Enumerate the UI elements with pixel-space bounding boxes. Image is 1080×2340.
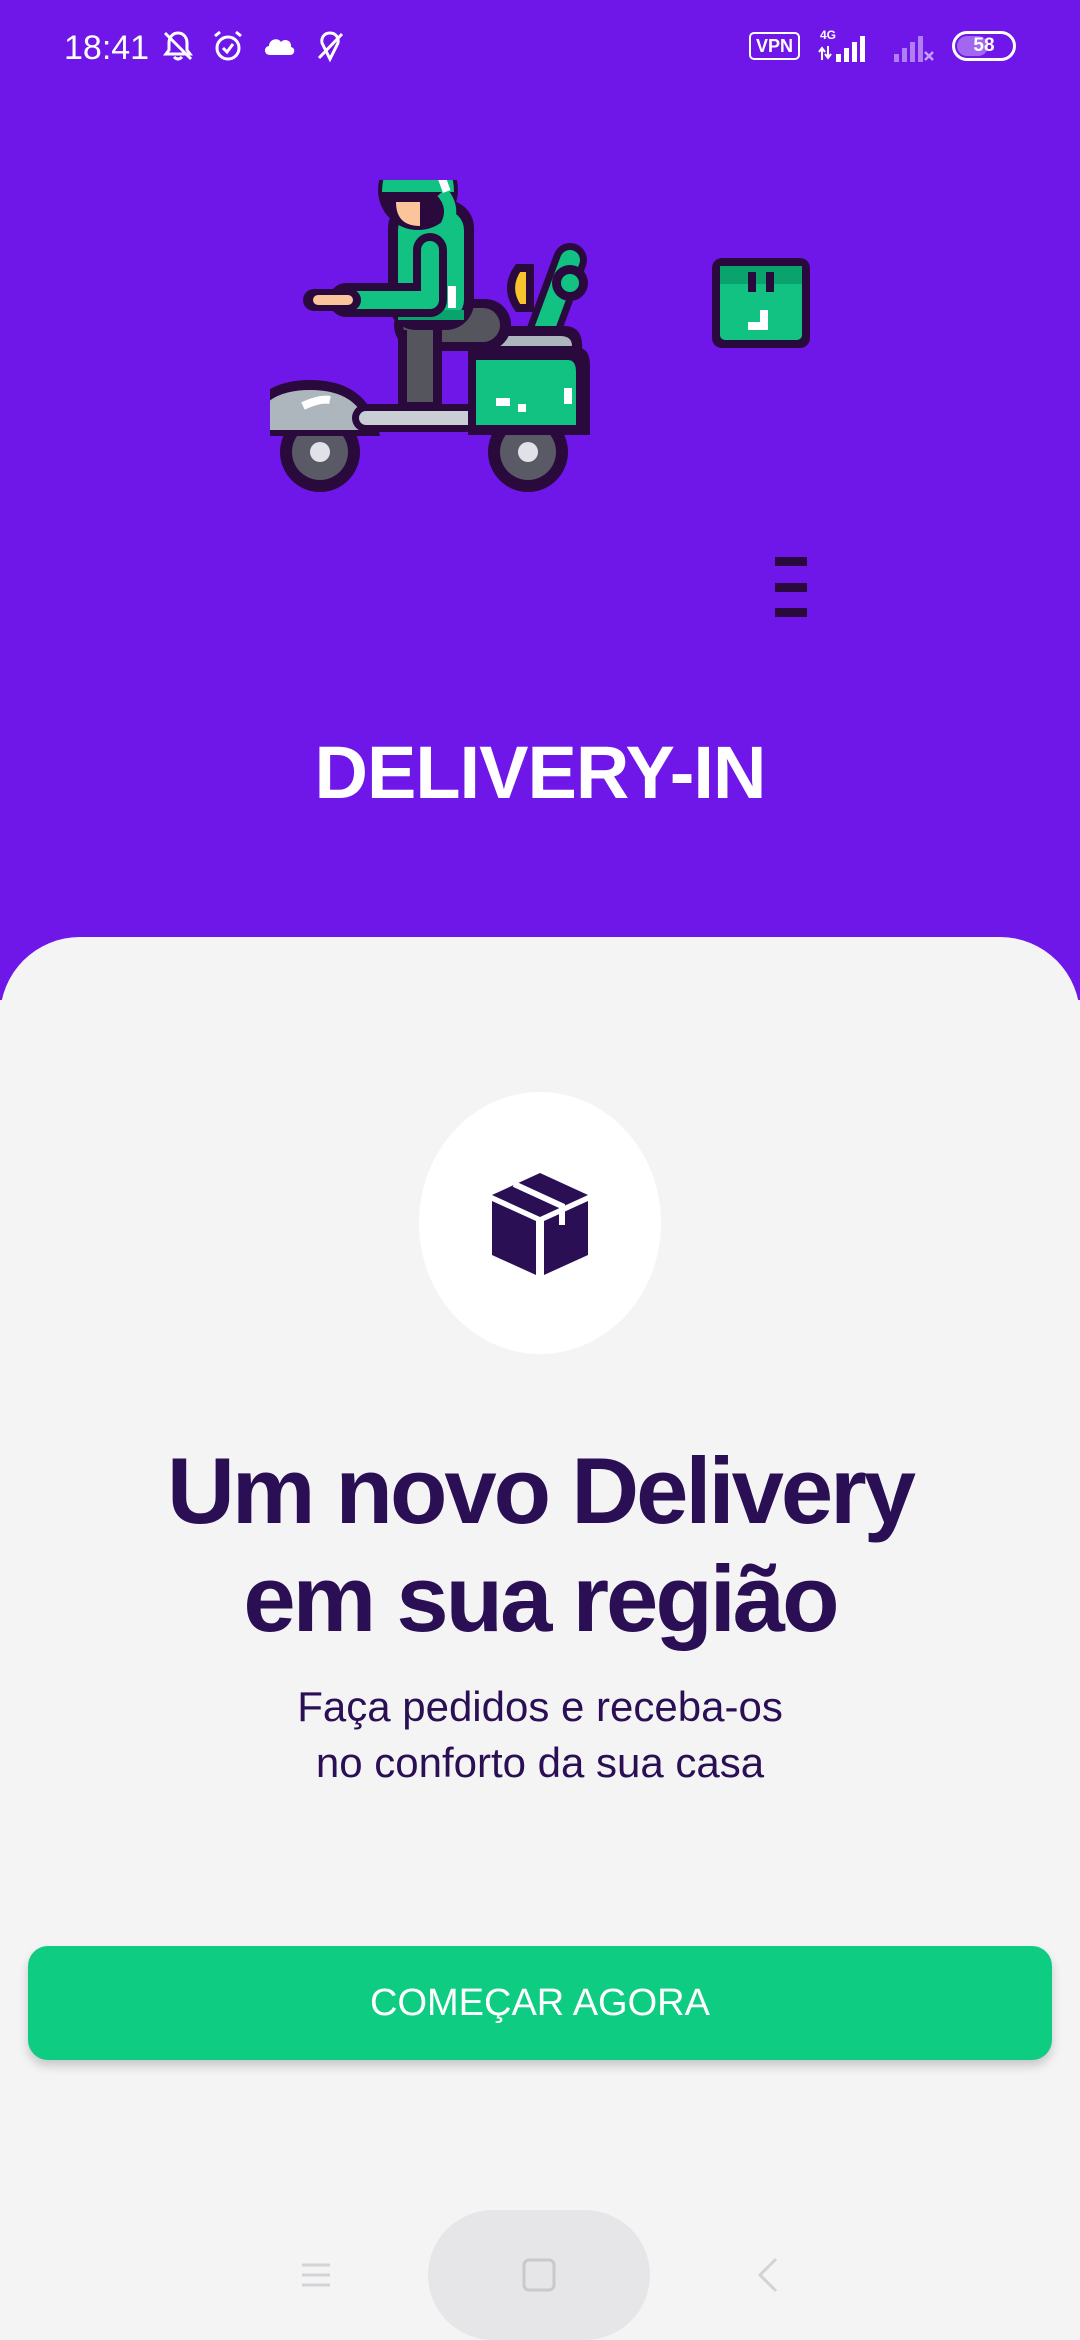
- signal-4g-icon: 4G: [818, 28, 865, 62]
- headline-line-1: Um novo Delivery: [166, 1438, 916, 1543]
- start-now-button[interactable]: COMEÇAR AGORA: [28, 1946, 1052, 2060]
- onboarding-screen: 18:41 VPN 4G 58 DELIVERY-IN Um novo Deli…: [0, 0, 1080, 2340]
- mute-bell-icon: [163, 31, 193, 61]
- status-bar: 18:41 VPN 4G 58: [0, 0, 1080, 100]
- onboarding-headline: Um novo Delivery em sua região: [0, 1437, 1080, 1653]
- status-system-icons: VPN 4G 58: [748, 28, 1016, 64]
- header-banner: 18:41 VPN 4G 58 DELIVERY-IN: [0, 0, 1080, 1000]
- system-navigation-bar: [0, 2205, 1080, 2340]
- cloud-icon: [264, 39, 295, 55]
- onboarding-subtitle: Faça pedidos e receba-os no conforto da …: [0, 1679, 1080, 1791]
- location-off-icon: [317, 31, 344, 63]
- signal-no-service-icon: [894, 36, 934, 62]
- onboarding-card: Um novo Delivery em sua região Faça pedi…: [0, 937, 1080, 2340]
- vpn-icon: VPN: [748, 32, 800, 60]
- home-square-icon: [522, 2258, 556, 2292]
- package-box-icon: [492, 1173, 588, 1275]
- feature-icon-circle: [419, 1092, 661, 1354]
- battery-icon: 58: [952, 31, 1016, 61]
- back-chevron-icon: [757, 2257, 778, 2293]
- alarm-icon: [214, 30, 242, 61]
- headline-line-2: em sua região: [243, 1546, 839, 1651]
- home-button[interactable]: [428, 2210, 650, 2340]
- subtitle-line-1: Faça pedidos e receba-os: [297, 1683, 783, 1730]
- back-button[interactable]: [728, 2235, 808, 2315]
- delivery-scooter-illustration: [270, 180, 810, 617]
- battery-percentage: 58: [973, 35, 995, 56]
- recents-button[interactable]: [276, 2235, 356, 2315]
- status-notification-icons: [160, 28, 348, 64]
- menu-recents-icon: [302, 2263, 330, 2287]
- svg-text:4G: 4G: [820, 28, 836, 42]
- subtitle-line-2: no conforto da sua casa: [315, 1739, 765, 1786]
- brand-title: DELIVERY-IN: [314, 731, 767, 814]
- status-time: 18:41: [64, 29, 150, 67]
